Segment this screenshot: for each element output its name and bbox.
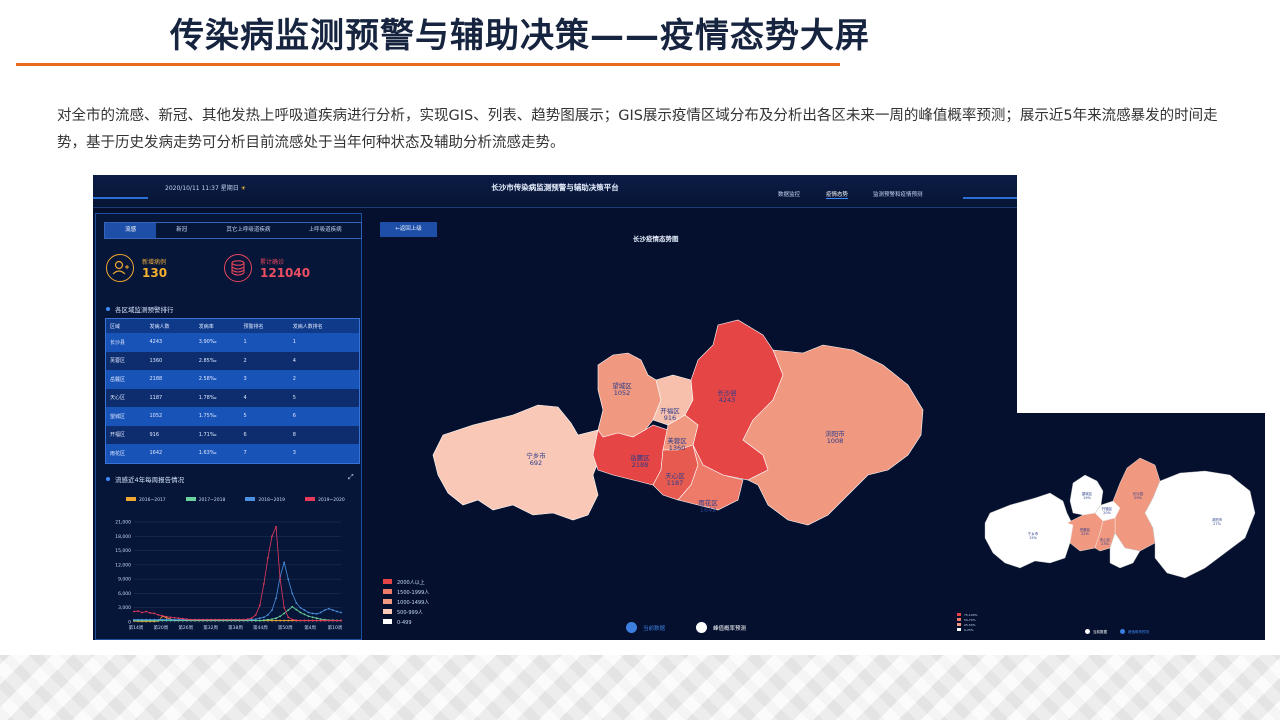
prediction-map-overlay: 望城区 19% 开福区 20% 长沙县 29% 浏阳市 27% 宁乡市 15% 岳麓区 22% 天心区 2… xyxy=(955,413,1265,640)
legend-swatch xyxy=(383,579,392,584)
map-region-value: 692 xyxy=(530,459,542,467)
map-legend-item[interactable]: 1500-1999人 xyxy=(383,589,429,599)
map-region-value: 1360 xyxy=(669,444,686,452)
legend-swatch xyxy=(957,623,961,626)
pred-predict-radio-icon[interactable] xyxy=(1120,629,1125,634)
pred-legend-item[interactable]: 0-25% xyxy=(957,628,977,633)
pred-region-value: 19% xyxy=(1083,496,1091,500)
legend-label: 1500-1999人 xyxy=(397,590,430,596)
map-region-value: 1052 xyxy=(614,389,631,397)
legend-label: 0-25% xyxy=(964,628,974,632)
pred-region-value: 27% xyxy=(1213,522,1221,526)
map-legend-item[interactable]: 1000-1499人 xyxy=(383,599,429,609)
slide-description: 对全市的流感、新冠、其他发热上呼吸道疾病进行分析，实现GIS、列表、趋势图展示；… xyxy=(57,108,1218,151)
map-region-value: 1642 xyxy=(700,506,717,514)
legend-swatch xyxy=(383,609,392,614)
legend-swatch xyxy=(957,618,961,621)
legend-swatch xyxy=(383,619,392,624)
predict-radio-icon[interactable] xyxy=(696,622,707,633)
legend-label: 75-100% xyxy=(964,613,978,617)
map-region-value: 1008 xyxy=(827,437,844,445)
dashboard-screenshot: 2020/10/11 11:37 星期日 ☀ 长沙市传染病监测预警与辅助决策平台… xyxy=(93,175,1017,640)
slide-title: 传染病监测预警与辅助决策——疫情态势大屏 xyxy=(170,16,870,56)
pred-region-value: 29% xyxy=(1134,496,1142,500)
legend-label: 25-50% xyxy=(964,623,976,627)
pred-region-value: 23% xyxy=(1101,542,1109,546)
pred-region-value: 15% xyxy=(1029,536,1037,540)
map-region-value: 1187 xyxy=(667,479,684,487)
map-region-value: 916 xyxy=(664,414,676,422)
pred-region-ningxiang[interactable] xyxy=(984,492,1074,569)
legend-label: 0-499 xyxy=(397,620,412,626)
map-region-value: 2188 xyxy=(632,461,649,469)
legend-label: 1000-1499人 xyxy=(397,600,430,606)
legend-swatch xyxy=(957,628,961,631)
map-legend-item[interactable]: 0-499 xyxy=(383,619,429,629)
legend-swatch xyxy=(383,599,392,604)
bottom-decoration xyxy=(0,655,1280,720)
map-region-ningxiang[interactable] xyxy=(432,404,604,521)
legend-label: 50-74% xyxy=(964,618,976,622)
map-legend-item[interactable]: 500-999人 xyxy=(383,609,429,619)
pred-region-value: 22% xyxy=(1081,532,1089,536)
legend-label: 2000人以上 xyxy=(397,580,425,586)
map-legend: 2000人以上 1500-1999人 1000-1499人 500-999人 0-499 xyxy=(383,579,429,629)
pred-region-liuyang[interactable] xyxy=(1144,470,1256,579)
prediction-map: 望城区19%开福区20%长沙县29%浏阳市27%宁乡市15%岳麓区22%天心区2… xyxy=(984,457,1256,579)
pred-switch-current[interactable]: 当前数据 xyxy=(1085,629,1107,635)
map-legend-item[interactable]: 2000人以上 xyxy=(383,579,429,589)
map-switch-predict[interactable]: 峰值概率预测 xyxy=(696,622,746,633)
pred-region-value: 20% xyxy=(1103,511,1111,515)
legend-swatch xyxy=(383,589,392,594)
legend-swatch xyxy=(957,613,961,616)
pred-switch-predict[interactable]: 峰值概率预测 xyxy=(1120,629,1149,635)
map-region-value: 4243 xyxy=(719,396,736,404)
prediction-legend: 75-100% 50-74% 25-50% 0-25% xyxy=(957,613,977,633)
map-switch-current[interactable]: 当前数据 xyxy=(626,622,665,633)
pred-current-radio-icon[interactable] xyxy=(1085,629,1090,634)
legend-label: 500-999人 xyxy=(397,610,423,616)
current-radio-icon[interactable] xyxy=(626,622,637,633)
title-underline xyxy=(16,63,840,66)
changsha-map: 望城区1052开福区916长沙县4243浏阳市1008宁乡市692岳麓区2188… xyxy=(432,319,924,526)
